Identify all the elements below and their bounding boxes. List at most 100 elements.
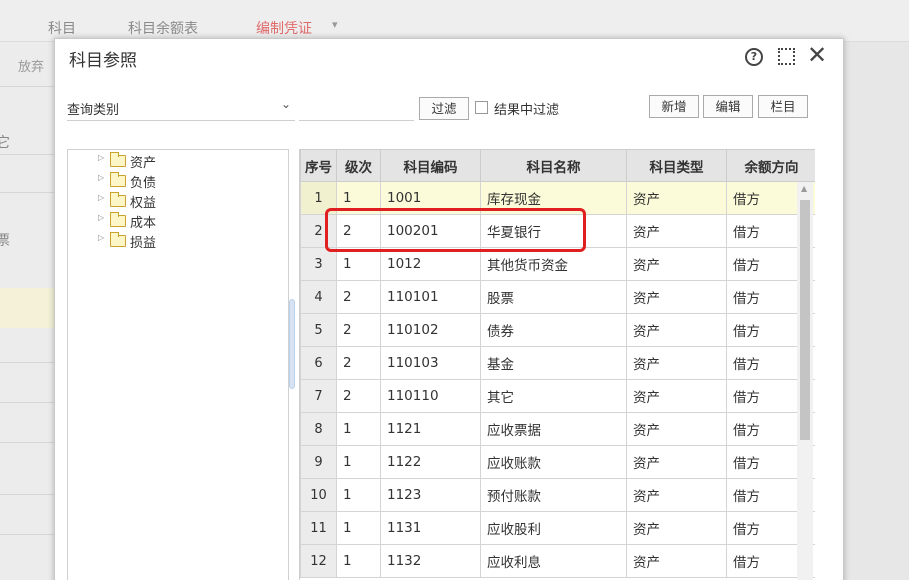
- column-header-balance-direction[interactable]: 余额方向: [726, 149, 815, 182]
- help-icon[interactable]: ?: [745, 48, 763, 66]
- cell-name[interactable]: 股票: [480, 280, 627, 314]
- cell-name[interactable]: 债券: [480, 313, 627, 347]
- cell-level[interactable]: 1: [336, 544, 381, 578]
- maximize-icon[interactable]: [778, 48, 795, 65]
- cell-level[interactable]: 2: [336, 346, 381, 380]
- chevron-down-icon[interactable]: ▾: [332, 18, 338, 31]
- cell-seq[interactable]: 7: [300, 379, 337, 413]
- cell-seq[interactable]: 9: [300, 445, 337, 479]
- cell-level[interactable]: 1: [336, 511, 381, 545]
- filter-button[interactable]: 过滤: [419, 97, 469, 120]
- cell-code[interactable]: 1131: [380, 511, 481, 545]
- subject-reference-dialog: 科目参照 ? ✕ 查询类别 ⌄ 过滤 结果中过滤 新增 编辑 栏目 ▷ 资产 ▷…: [54, 38, 844, 580]
- panel-splitter[interactable]: [289, 149, 297, 580]
- table-row[interactable]: 12 1 1132 应收利息 资产 借方: [300, 544, 815, 578]
- table-row[interactable]: 9 1 1122 应收账款 资产 借方: [300, 445, 815, 479]
- table-header-row: 序号 级次 科目编码 科目名称 科目类型 余额方向: [300, 149, 815, 182]
- cell-code[interactable]: 1121: [380, 412, 481, 446]
- cell-name[interactable]: 基金: [480, 346, 627, 380]
- cell-type[interactable]: 资产: [626, 181, 727, 215]
- cell-level[interactable]: 1: [336, 247, 381, 281]
- column-header-seq[interactable]: 序号: [300, 149, 337, 182]
- cell-seq[interactable]: 5: [300, 313, 337, 347]
- cell-type[interactable]: 资产: [626, 346, 727, 380]
- tree-item-label: 损益: [130, 236, 157, 251]
- cell-type[interactable]: 资产: [626, 544, 727, 578]
- cell-level[interactable]: 2: [336, 280, 381, 314]
- edit-button[interactable]: 编辑: [703, 95, 753, 118]
- columns-button[interactable]: 栏目: [758, 95, 808, 118]
- cell-seq[interactable]: 6: [300, 346, 337, 380]
- cell-code[interactable]: 110110: [380, 379, 481, 413]
- scrollbar-thumb[interactable]: [800, 200, 810, 440]
- cell-seq[interactable]: 4: [300, 280, 337, 314]
- expand-icon[interactable]: ▷: [98, 213, 104, 222]
- tab-voucher-entry[interactable]: 编制凭证: [256, 18, 312, 38]
- tree-item-label: 负债: [130, 176, 157, 191]
- filter-in-results-checkbox[interactable]: [475, 101, 488, 114]
- cell-name[interactable]: 其他货币资金: [480, 247, 627, 281]
- cell-type[interactable]: 资产: [626, 445, 727, 479]
- cell-type[interactable]: 资产: [626, 214, 727, 248]
- expand-icon[interactable]: ▷: [98, 153, 104, 162]
- cell-level[interactable]: 1: [336, 445, 381, 479]
- cell-seq[interactable]: 8: [300, 412, 337, 446]
- cell-seq[interactable]: 12: [300, 544, 337, 578]
- splitter-grip[interactable]: [289, 299, 295, 389]
- cell-code[interactable]: 1123: [380, 478, 481, 512]
- cell-seq[interactable]: 11: [300, 511, 337, 545]
- expand-icon[interactable]: ▷: [98, 173, 104, 182]
- cell-code[interactable]: 1122: [380, 445, 481, 479]
- chevron-down-icon: ⌄: [280, 97, 291, 111]
- cell-type[interactable]: 资产: [626, 379, 727, 413]
- tab-subject[interactable]: 科目: [48, 18, 76, 38]
- filter-input[interactable]: [299, 101, 414, 121]
- cell-code[interactable]: 110102: [380, 313, 481, 347]
- tab-subject-balance[interactable]: 科目余额表: [128, 18, 198, 38]
- close-icon[interactable]: ✕: [807, 42, 827, 68]
- cell-level[interactable]: 2: [336, 313, 381, 347]
- cell-seq[interactable]: 3: [300, 247, 337, 281]
- cell-level[interactable]: 1: [336, 478, 381, 512]
- filter-in-results-label: 结果中过滤: [494, 103, 560, 118]
- cell-level[interactable]: 2: [336, 379, 381, 413]
- discard-button[interactable]: 放弃: [18, 56, 44, 75]
- table-row[interactable]: 5 2 110102 债券 资产 借方: [300, 313, 815, 347]
- cell-level[interactable]: 1: [336, 412, 381, 446]
- table-row[interactable]: 10 1 1123 预付账款 资产 借方: [300, 478, 815, 512]
- cell-name[interactable]: 应收股利: [480, 511, 627, 545]
- tree-item-label: 资产: [130, 156, 157, 171]
- column-header-type[interactable]: 科目类型: [626, 149, 727, 182]
- table-row[interactable]: 4 2 110101 股票 资产 借方: [300, 280, 815, 314]
- cell-type[interactable]: 资产: [626, 280, 727, 314]
- cell-type[interactable]: 资产: [626, 412, 727, 446]
- table-row[interactable]: 8 1 1121 应收票据 资产 借方: [300, 412, 815, 446]
- column-header-name[interactable]: 科目名称: [480, 149, 627, 182]
- cell-code[interactable]: 110103: [380, 346, 481, 380]
- cell-name[interactable]: 应收账款: [480, 445, 627, 479]
- expand-icon[interactable]: ▷: [98, 193, 104, 202]
- query-category-select[interactable]: 查询类别 ⌄: [67, 95, 295, 121]
- table-row[interactable]: 11 1 1131 应收股利 资产 借方: [300, 511, 815, 545]
- new-button[interactable]: 新增: [649, 95, 699, 118]
- table-row[interactable]: 3 1 1012 其他货币资金 资产 借方: [300, 247, 815, 281]
- cell-code[interactable]: 1012: [380, 247, 481, 281]
- table-row[interactable]: 6 2 110103 基金 资产 借方: [300, 346, 815, 380]
- cell-name[interactable]: 应收票据: [480, 412, 627, 446]
- cell-code[interactable]: 110101: [380, 280, 481, 314]
- scroll-up-icon[interactable]: ▲: [801, 184, 807, 193]
- column-header-level[interactable]: 级次: [336, 149, 381, 182]
- table-row[interactable]: 7 2 110110 其它 资产 借方: [300, 379, 815, 413]
- cell-name[interactable]: 其它: [480, 379, 627, 413]
- cell-name[interactable]: 预付账款: [480, 478, 627, 512]
- cell-type[interactable]: 资产: [626, 247, 727, 281]
- expand-icon[interactable]: ▷: [98, 233, 104, 242]
- cell-name[interactable]: 应收利息: [480, 544, 627, 578]
- cell-type[interactable]: 资产: [626, 313, 727, 347]
- column-header-code[interactable]: 科目编码: [380, 149, 481, 182]
- cell-type[interactable]: 资产: [626, 511, 727, 545]
- cell-code[interactable]: 1132: [380, 544, 481, 578]
- cell-type[interactable]: 资产: [626, 478, 727, 512]
- table-scrollbar[interactable]: ▲: [797, 182, 813, 580]
- cell-seq[interactable]: 10: [300, 478, 337, 512]
